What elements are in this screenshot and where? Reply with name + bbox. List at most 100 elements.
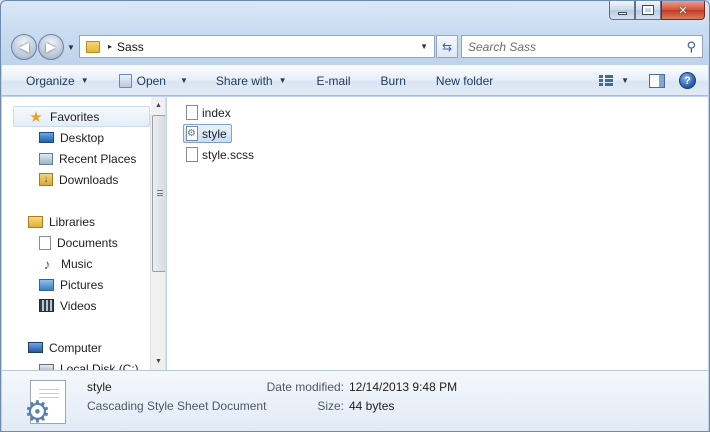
address-dropdown-icon[interactable]: ▼ <box>420 42 428 51</box>
address-bar[interactable]: ▸ Sass ▼ <box>79 35 435 58</box>
arrow-right-icon: ▶ <box>46 39 56 54</box>
star-icon: ★ <box>29 108 43 126</box>
grip-icon <box>157 190 163 196</box>
open-label: Open <box>136 73 166 88</box>
email-label: E-mail <box>316 73 351 88</box>
sidebar-item-label: Videos <box>60 298 97 313</box>
documents-icon <box>39 235 51 250</box>
organize-button[interactable]: Organize ▼ <box>2 66 97 95</box>
chevron-down-icon: ▼ <box>278 76 287 85</box>
sidebar-item-label: Music <box>61 256 93 271</box>
toolbar-right: ▼ ? <box>599 66 708 95</box>
new-folder-button[interactable]: New folder <box>414 66 501 95</box>
minimize-button[interactable] <box>609 1 635 20</box>
refresh-button[interactable]: ⇆ <box>436 35 458 58</box>
navigation-pane: ★ Favorites Desktop Recent Places ↓ Down… <box>2 97 166 370</box>
nav-scrollbar[interactable]: ▲ ▼ <box>150 97 165 370</box>
explorer-window: ✕ ◀ ▶ ▼ ▸ Sass ▼ ⇆ ⚲ Organize ▼ Open ▼ Sha… <box>0 0 710 432</box>
burn-label: Burn <box>380 73 406 88</box>
scroll-up-icon[interactable]: ▲ <box>151 97 165 114</box>
document-icon <box>186 105 198 120</box>
back-button[interactable]: ◀ <box>11 34 37 60</box>
caption-buttons: ✕ <box>609 1 705 21</box>
date-modified-label: Date modified: <box>266 380 344 394</box>
new-folder-label: New folder <box>435 73 494 88</box>
burn-button[interactable]: Burn <box>359 66 414 95</box>
sidebar-item-label: Pictures <box>60 277 104 292</box>
arrow-left-icon: ◀ <box>19 39 29 54</box>
libraries-icon <box>28 215 43 228</box>
share-with-label: Share with <box>215 73 273 88</box>
computer-icon <box>28 342 43 353</box>
sidebar-item-pictures[interactable]: Pictures <box>39 274 103 295</box>
css-file-icon <box>186 126 198 141</box>
open-button[interactable]: Open ▼ <box>97 66 196 95</box>
file-name: index <box>202 105 231 120</box>
date-modified-value: 12/14/2013 9:48 PM <box>349 380 458 394</box>
scrollbar-thumb[interactable] <box>152 115 165 272</box>
sidebar-item-label: Libraries <box>49 214 96 229</box>
breadcrumb-separator[interactable]: ▸ <box>108 42 112 51</box>
share-with-button[interactable]: Share with ▼ <box>196 66 295 95</box>
sidebar-item-videos[interactable]: Videos <box>39 295 96 316</box>
refresh-icon: ⇆ <box>441 39 453 54</box>
sidebar-item-label: Favorites <box>50 109 100 124</box>
selected-file-type: Cascading Style Sheet Document <box>87 399 267 413</box>
views-dropdown-icon[interactable]: ▼ <box>621 76 629 85</box>
file-item-style-scss[interactable]: style.scss <box>184 145 258 164</box>
views-icon[interactable] <box>599 74 614 87</box>
desktop-icon <box>39 132 54 143</box>
sidebar-item-label: Recent Places <box>59 151 137 166</box>
close-icon: ✕ <box>678 4 688 17</box>
sidebar-item-desktop[interactable]: Desktop <box>39 127 104 148</box>
size-value: 44 bytes <box>349 399 395 413</box>
file-item-index[interactable]: index <box>184 103 235 122</box>
search-input[interactable] <box>468 39 673 54</box>
sidebar-item-label: Documents <box>57 235 118 250</box>
forward-button[interactable]: ▶ <box>38 34 64 60</box>
breadcrumb-sass[interactable]: Sass <box>117 40 144 54</box>
scroll-down-icon[interactable]: ▼ <box>151 353 165 370</box>
chevron-down-icon: ▼ <box>80 76 89 85</box>
command-bar: Organize ▼ Open ▼ Share with ▼ E-mail Burn … <box>2 65 708 96</box>
maximize-icon <box>642 5 654 15</box>
help-icon[interactable]: ? <box>679 72 696 89</box>
pictures-icon <box>39 278 54 291</box>
preview-pane-icon[interactable] <box>649 73 665 88</box>
search-box: ⚲ <box>461 35 703 58</box>
document-icon <box>186 147 198 162</box>
selected-file-name: style <box>87 380 112 394</box>
recent-places-icon <box>39 152 53 165</box>
sidebar-item-documents[interactable]: Documents <box>39 232 118 253</box>
folder-icon <box>86 40 100 53</box>
downloads-icon: ↓ <box>39 173 53 186</box>
details-pane: ⚙ style Cascading Style Sheet Document D… <box>2 370 708 431</box>
email-button[interactable]: E-mail <box>295 66 359 95</box>
film-strip-icon <box>39 299 54 312</box>
maximize-button[interactable] <box>635 1 661 20</box>
sidebar-item-computer[interactable]: Computer <box>28 337 102 358</box>
sidebar-item-favorites[interactable]: ★ Favorites <box>13 106 150 127</box>
sidebar-item-music[interactable]: ♪ Music <box>39 253 93 274</box>
recent-pages-dropdown[interactable]: ▼ <box>67 43 75 52</box>
sidebar-item-local-disk[interactable]: Local Disk (C:) <box>39 358 139 370</box>
sidebar-item-libraries[interactable]: Libraries <box>28 211 95 232</box>
file-name: style <box>202 126 227 141</box>
size-label: Size: <box>317 399 344 413</box>
sidebar-item-label: Desktop <box>60 130 105 145</box>
close-button[interactable]: ✕ <box>661 1 705 20</box>
sidebar-item-recent-places[interactable]: Recent Places <box>39 148 136 169</box>
file-list: index style style.scss <box>167 97 708 370</box>
file-item-style[interactable]: style <box>183 124 232 143</box>
chevron-down-icon: ▼ <box>179 76 188 85</box>
sidebar-item-label: Local Disk (C:) <box>60 361 139 371</box>
search-icon[interactable]: ⚲ <box>686 39 696 55</box>
open-icon <box>118 73 132 88</box>
sidebar-item-downloads[interactable]: ↓ Downloads <box>39 169 118 190</box>
sidebar-item-label: Computer <box>49 340 102 355</box>
sidebar-item-label: Downloads <box>59 172 119 187</box>
css-file-large-icon: ⚙ <box>24 380 68 428</box>
organize-label: Organize <box>26 73 75 88</box>
music-note-icon: ♪ <box>43 255 51 272</box>
address-row: ◀ ▶ ▼ ▸ Sass ▼ ⇆ ⚲ <box>9 34 703 60</box>
